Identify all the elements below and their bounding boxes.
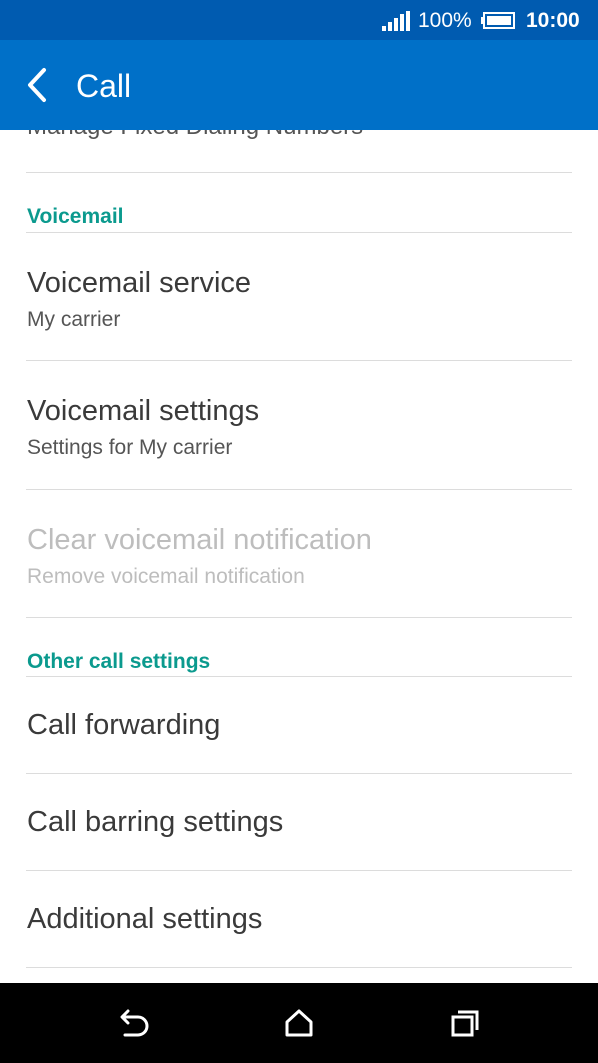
list-item-title: Voicemail settings <box>27 395 260 427</box>
battery-icon <box>481 12 515 29</box>
app-bar: Call <box>0 40 598 130</box>
list-item-voicemail-settings[interactable]: Voicemail settings Settings for My carri… <box>0 361 598 489</box>
list-item-title: Additional settings <box>27 903 263 935</box>
list-item-title: Clear voicemail notification <box>27 524 372 556</box>
back-arrow-icon <box>28 68 46 102</box>
list-item-call-barring-settings[interactable]: Call barring settings <box>0 774 598 870</box>
nav-home-button[interactable] <box>279 1003 319 1043</box>
divider <box>26 172 572 173</box>
section-header-voicemail: Voicemail <box>27 205 124 228</box>
list-item-clear-voicemail-notification: Clear voicemail notification Remove voic… <box>0 490 598 617</box>
home-icon <box>285 1009 313 1037</box>
nav-recents-button[interactable] <box>445 1003 485 1043</box>
clock: 10:00 <box>526 9 580 32</box>
divider <box>26 617 572 618</box>
list-item-subtitle: Remove voicemail notification <box>27 565 305 588</box>
navigation-bar <box>0 983 598 1063</box>
list-item-subtitle: Settings for My carrier <box>27 436 233 459</box>
list-item-voicemail-service[interactable]: Voicemail service My carrier <box>0 233 598 360</box>
list-item-title: Call barring settings <box>27 806 284 838</box>
status-bar: 100% 10:00 <box>0 0 598 40</box>
list-item-call-forwarding[interactable]: Call forwarding <box>0 677 598 773</box>
list-item-subtitle: My carrier <box>27 308 121 331</box>
signal-icon <box>382 11 410 31</box>
page-title: Call <box>76 68 132 104</box>
settings-list[interactable]: Manage Fixed Dialing Numbers Voicemail V… <box>0 130 598 983</box>
list-item-fixed-dialing[interactable]: Manage Fixed Dialing Numbers <box>27 130 363 142</box>
recents-icon <box>451 1010 479 1037</box>
back-icon <box>120 1009 149 1037</box>
nav-back-button[interactable] <box>113 1003 153 1043</box>
list-item-additional-settings[interactable]: Additional settings <box>0 871 598 967</box>
back-button[interactable] <box>18 64 58 106</box>
section-header-other-call-settings: Other call settings <box>27 650 211 673</box>
list-item-title: Voicemail service <box>27 267 252 299</box>
divider <box>26 967 572 968</box>
battery-percentage: 100% <box>418 9 472 32</box>
list-item-title: Call forwarding <box>27 709 221 741</box>
